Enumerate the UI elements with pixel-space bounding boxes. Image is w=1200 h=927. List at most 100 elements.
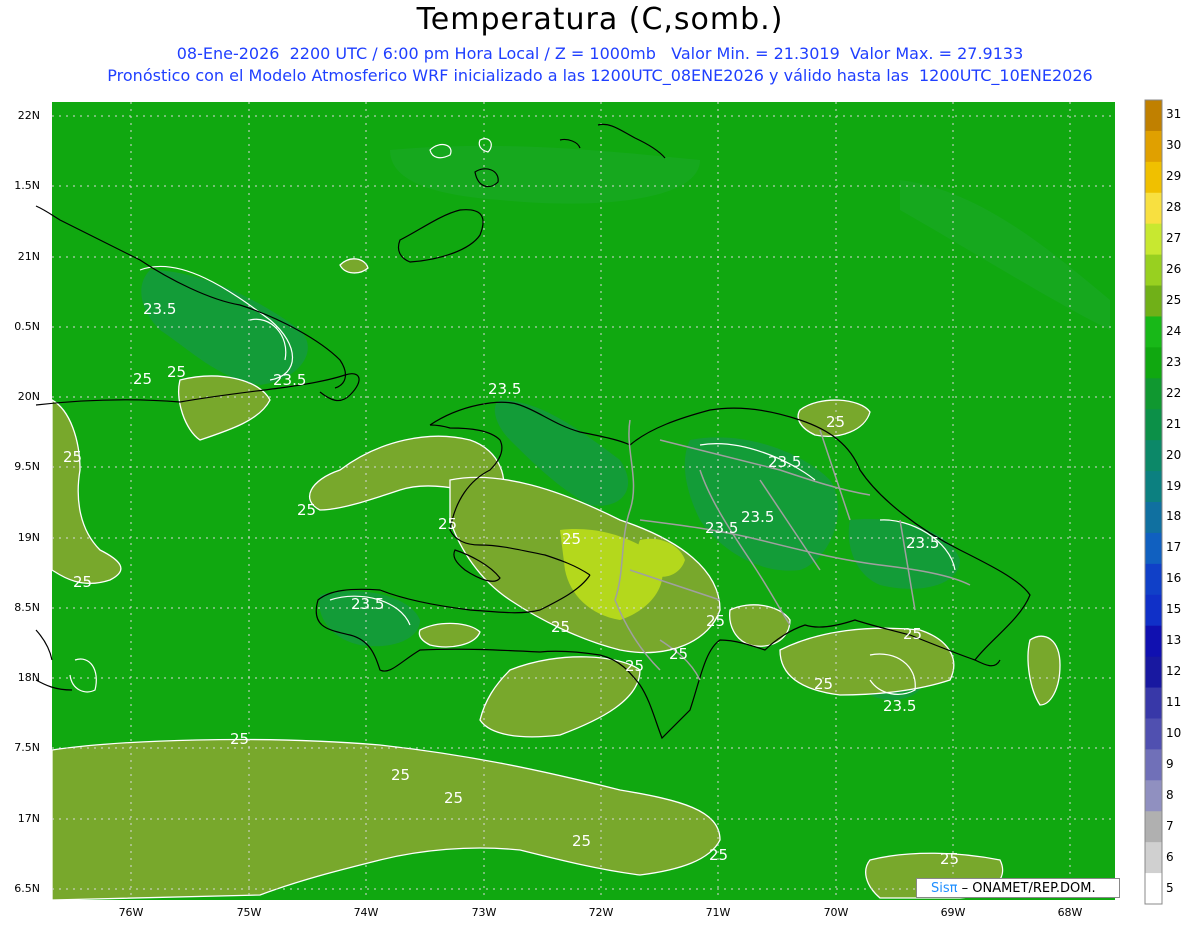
- contour-label: 23.5: [143, 300, 177, 318]
- colorbar-cell: [1145, 471, 1162, 503]
- colorbar-label: 17: [1166, 540, 1182, 555]
- colorbar-cell: [1145, 409, 1162, 441]
- lat-label: 9.5N: [14, 460, 40, 473]
- contour-label: 23.5: [488, 380, 522, 398]
- lat-label: 17N: [17, 812, 40, 825]
- contour-label: 23.5: [705, 519, 739, 537]
- colorbar-cell: [1145, 656, 1162, 689]
- colorbar-label: 6: [1166, 849, 1174, 864]
- colorbar-cell: [1145, 811, 1162, 843]
- lat-label: 21N: [17, 250, 40, 263]
- colorbar-cell: [1145, 873, 1162, 905]
- colorbar-label: 12: [1166, 664, 1182, 679]
- contour-label: 25: [297, 501, 317, 519]
- colorbar-cell: [1145, 223, 1162, 256]
- contour-label: 25: [391, 766, 411, 784]
- contour-label: 25: [230, 730, 250, 748]
- contour-label: 25: [562, 530, 582, 548]
- lat-label: 19N: [17, 531, 40, 544]
- colorbar-label: 15: [1166, 602, 1182, 617]
- colorbar-cell: [1145, 254, 1162, 287]
- colorbar-label: 26: [1166, 262, 1182, 277]
- colorbar-cell: [1145, 780, 1162, 812]
- contour-label: 25: [63, 448, 83, 466]
- colorbar-label: 5: [1166, 880, 1174, 895]
- contour-label: 23.5: [741, 508, 775, 526]
- contour-label: 23.5: [906, 534, 940, 552]
- lat-label: 20N: [17, 390, 40, 403]
- colorbar-label: 16: [1166, 571, 1182, 586]
- contour-label: 25: [625, 657, 645, 675]
- colorbar-cell: [1145, 502, 1162, 534]
- contour-label: 25: [669, 645, 689, 663]
- contour-label: 23.5: [883, 697, 917, 715]
- contour-label: 25: [903, 625, 923, 643]
- colorbar-cell: [1145, 625, 1162, 658]
- lat-label: 8.5N: [14, 601, 40, 614]
- colorbar-cell: [1145, 192, 1162, 225]
- colorbar-label: 25: [1166, 293, 1182, 307]
- colorbar-label: 19: [1166, 478, 1182, 493]
- colorbar: [1145, 100, 1162, 905]
- colorbar-cell: [1145, 161, 1162, 194]
- colorbar-label: 28: [1166, 200, 1182, 215]
- contour-label: 25: [444, 789, 464, 807]
- colorbar-label: 20: [1166, 447, 1182, 462]
- lon-label: 69W: [940, 906, 966, 919]
- colorbar-label: 9: [1166, 756, 1174, 771]
- lon-label: 75W: [236, 906, 262, 919]
- colorbar-label: 21: [1166, 416, 1182, 431]
- colorbar-cell: [1145, 532, 1162, 565]
- colorbar-label: 8: [1166, 787, 1174, 802]
- contour-label: 25: [133, 370, 153, 388]
- colorbar-cell: [1145, 285, 1162, 317]
- contour-label: 25: [438, 515, 458, 533]
- colorbar-cell: [1145, 378, 1162, 410]
- colorbar-label: 7: [1166, 818, 1174, 833]
- contour-label: 25: [940, 850, 960, 868]
- contour-label: 25: [73, 573, 93, 591]
- colorbar-cell: [1145, 749, 1162, 781]
- contour-label: 25: [551, 618, 571, 636]
- lat-label: 0.5N: [14, 320, 40, 333]
- sispi-logo: Sisπ: [931, 881, 958, 896]
- lon-label: 72W: [588, 906, 614, 919]
- lon-label: 71W: [705, 906, 731, 919]
- colorbar-label: 27: [1166, 231, 1182, 246]
- lat-label: 7.5N: [14, 741, 40, 754]
- lat-label: 22N: [17, 109, 40, 122]
- lat-label: 6.5N: [14, 882, 40, 895]
- colorbar-label: 23: [1166, 354, 1182, 369]
- contour-label: 25: [572, 832, 592, 850]
- colorbar-label: 24: [1166, 323, 1182, 338]
- credit-box: Sisπ – ONAMET/REP.DOM.: [916, 878, 1120, 898]
- lon-label: 73W: [471, 906, 497, 919]
- contour-label: 25: [814, 675, 834, 693]
- contour-label: 25: [706, 612, 726, 630]
- colorbar-label: 29: [1166, 169, 1182, 184]
- lat-label: 18N: [17, 671, 40, 684]
- colorbar-cell: [1145, 687, 1162, 719]
- colorbar-label: 10: [1166, 725, 1182, 740]
- contour-label: 25: [167, 363, 187, 381]
- credit-text: – ONAMET/REP.DOM.: [961, 881, 1096, 896]
- colorbar-cell: [1145, 130, 1162, 163]
- colorbar-label: 13: [1166, 633, 1182, 648]
- colorbar-label: 31: [1166, 107, 1182, 122]
- lon-label: 70W: [823, 906, 849, 919]
- contour-label: 23.5: [351, 595, 385, 613]
- lon-label: 68W: [1057, 906, 1083, 919]
- colorbar-cell: [1145, 347, 1162, 379]
- colorbar-label: 18: [1166, 509, 1182, 524]
- contour-label: 23.5: [273, 371, 307, 389]
- colorbar-cell: [1145, 316, 1162, 348]
- colorbar-cell: [1145, 100, 1162, 132]
- contour-label: 25: [709, 846, 729, 864]
- contour-label: 23.5: [768, 453, 802, 471]
- colorbar-cell: [1145, 842, 1162, 874]
- colorbar-cell: [1145, 563, 1162, 596]
- colorbar-label: 30: [1166, 138, 1182, 153]
- lon-label: 74W: [353, 906, 379, 919]
- colorbar-cell: [1145, 718, 1162, 750]
- colorbar-cell: [1145, 440, 1162, 472]
